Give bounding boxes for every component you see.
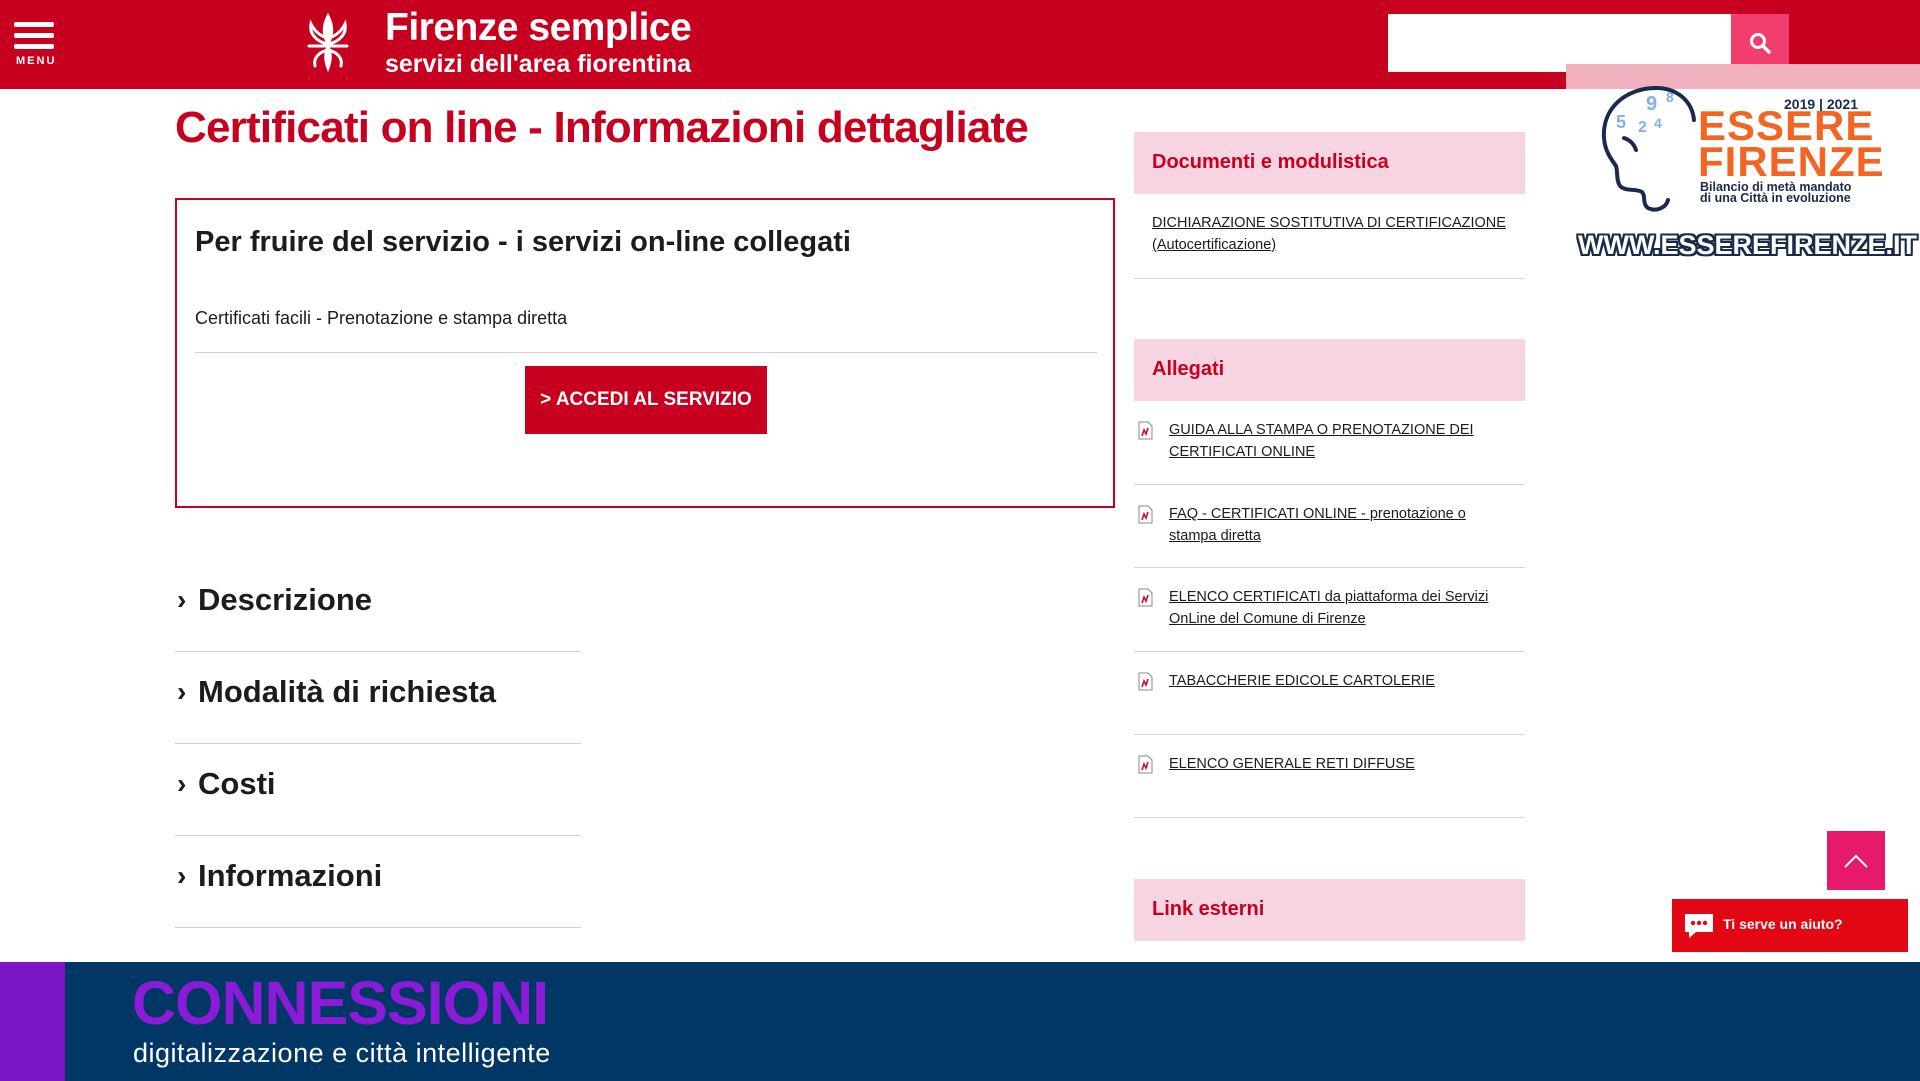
chevron-right-icon: › bbox=[177, 768, 187, 799]
hamburger-icon-bar bbox=[14, 33, 54, 38]
attachment-item: ELENCO GENERALE RETI DIFFUSE bbox=[1134, 735, 1525, 818]
page-title: Certificati on line - Informazioni detta… bbox=[175, 103, 1029, 152]
attachment-item: TABACCHERIE EDICOLE CARTOLERIE bbox=[1134, 652, 1525, 735]
help-chat-button[interactable]: Ti serve un aiuto? bbox=[1672, 899, 1908, 952]
essere-firenze-subtitle: Bilancio di metà mandato di una Città in… bbox=[1700, 181, 1851, 205]
accordion-descrizione[interactable]: › Descrizione bbox=[175, 560, 581, 652]
attachments-heading-label: Allegati bbox=[1152, 358, 1225, 380]
attachments-heading: Allegati bbox=[1134, 339, 1525, 401]
accordion-informazioni[interactable]: › Informazioni bbox=[175, 836, 581, 928]
attachment-link[interactable]: ELENCO GENERALE RETI DIFFUSE bbox=[1169, 753, 1509, 775]
svg-text:2: 2 bbox=[1638, 119, 1647, 136]
svg-text:8: 8 bbox=[1666, 89, 1674, 105]
accordion-modalita-richiesta[interactable]: › Modalità di richiesta bbox=[175, 652, 581, 744]
chevron-right-icon: › bbox=[177, 860, 187, 891]
accordion-label: Informazioni bbox=[198, 858, 383, 893]
access-service-button[interactable]: > ACCEDI AL SERVIZIO bbox=[525, 366, 767, 434]
svg-text:4: 4 bbox=[1654, 115, 1662, 131]
hamburger-icon-bar bbox=[14, 44, 54, 49]
accordion-label: Costi bbox=[198, 766, 276, 801]
help-chat-label: Ti serve un aiuto? bbox=[1723, 916, 1843, 932]
attachment-item: FAQ - CERTIFICATI ONLINE - prenotazione … bbox=[1134, 485, 1525, 568]
svg-text:9: 9 bbox=[1646, 93, 1657, 115]
attachment-item: ELENCO CERTIFICATI da piattaforma dei Se… bbox=[1134, 568, 1525, 652]
search-icon bbox=[1750, 33, 1771, 54]
hamburger-icon bbox=[14, 22, 54, 27]
document-link[interactable]: DICHIARAZIONE SOSTITUTIVA DI CERTIFICAZI… bbox=[1152, 212, 1512, 256]
banner-subtitle: digitalizzazione e città intelligente bbox=[133, 1038, 551, 1068]
pdf-icon bbox=[1138, 755, 1153, 774]
linked-services-box: Per fruire del servizio - i servizi on-l… bbox=[175, 198, 1115, 508]
pdf-icon bbox=[1138, 588, 1153, 607]
chevron-up-icon bbox=[1844, 854, 1868, 868]
pdf-icon bbox=[1138, 421, 1153, 440]
essere-firenze-title: ESSERE FIRENZE bbox=[1698, 105, 1885, 185]
menu-label: MENU bbox=[16, 55, 57, 67]
connessioni-banner: CONNESSIONI digitalizzazione e città int… bbox=[0, 962, 1920, 1081]
pdf-icon bbox=[1138, 672, 1153, 691]
divider bbox=[195, 352, 1097, 353]
banner-accent bbox=[0, 962, 65, 1081]
service-name: Certificati facili - Prenotazione e stam… bbox=[195, 308, 568, 328]
scroll-to-top-button[interactable] bbox=[1827, 831, 1885, 890]
accordion-costi[interactable]: › Costi bbox=[175, 744, 581, 836]
attachment-link[interactable]: GUIDA ALLA STAMPA O PRENOTAZIONE DEI CER… bbox=[1169, 419, 1509, 463]
attachment-link[interactable]: FAQ - CERTIFICATI ONLINE - prenotazione … bbox=[1169, 503, 1509, 547]
attachment-link[interactable]: ELENCO CERTIFICATI da piattaforma dei Se… bbox=[1169, 586, 1509, 630]
documents-item: DICHIARAZIONE SOSTITUTIVA DI CERTIFICAZI… bbox=[1134, 194, 1525, 279]
accordion-label: Descrizione bbox=[198, 582, 373, 617]
external-links-heading: Link esterni bbox=[1134, 879, 1525, 941]
attachment-item: GUIDA ALLA STAMPA O PRENOTAZIONE DEI CER… bbox=[1134, 401, 1525, 485]
chevron-right-icon: › bbox=[177, 676, 187, 707]
chat-bubble-icon bbox=[1685, 914, 1713, 938]
banner-title: CONNESSIONI bbox=[132, 969, 549, 1037]
attachment-link[interactable]: TABACCHERIE EDICOLE CARTOLERIE bbox=[1169, 670, 1509, 692]
essere-firenze-subtitle-line2: di una Città in evoluzione bbox=[1700, 191, 1851, 205]
florence-lily-icon[interactable] bbox=[303, 12, 353, 72]
menu-button[interactable]: MENU bbox=[14, 22, 58, 68]
svg-text:5: 5 bbox=[1616, 112, 1626, 132]
essere-firenze-url: WWW.ESSEREFIRENZE.IT bbox=[1578, 230, 1918, 260]
essere-firenze-title-line2: FIRENZE bbox=[1698, 138, 1885, 185]
external-links-heading-label: Link esterni bbox=[1152, 898, 1265, 920]
brand-title[interactable]: Firenze semplice bbox=[385, 6, 692, 50]
accordion-label: Modalità di richiesta bbox=[198, 674, 497, 709]
documents-heading: Documenti e modulistica bbox=[1134, 132, 1525, 194]
chevron-right-icon: › bbox=[177, 584, 187, 615]
service-box-heading: Per fruire del servizio - i servizi on-l… bbox=[195, 226, 851, 258]
documents-heading-label: Documenti e modulistica bbox=[1152, 151, 1389, 173]
pdf-icon bbox=[1138, 505, 1153, 524]
brand-subtitle: servizi dell'area fiorentina bbox=[385, 50, 692, 78]
